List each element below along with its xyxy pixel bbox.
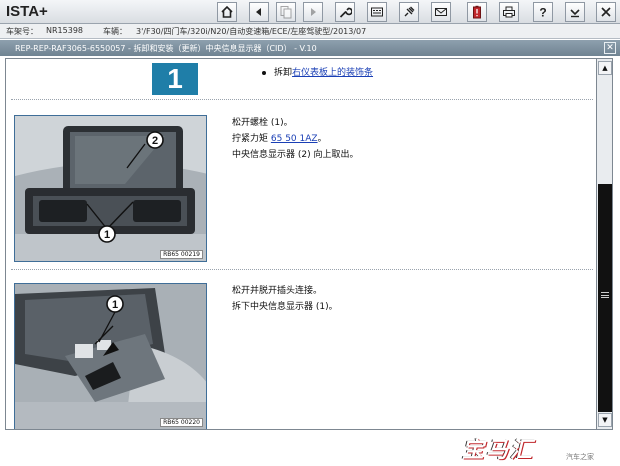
back-icon	[256, 8, 261, 16]
callout-label: 2	[152, 135, 158, 147]
figure-cid-connector: 1 RB65 00220	[14, 283, 207, 429]
grip-icon	[601, 292, 609, 298]
wrench-icon	[339, 7, 352, 18]
help-icon: ?	[539, 6, 546, 20]
section-divider	[11, 99, 593, 100]
figure-cid-bolts: 2 1 RB65 00219	[14, 115, 207, 262]
torque-prefix: 拧紧力矩	[232, 134, 271, 144]
home-button[interactable]	[217, 2, 237, 22]
instruction-line: 松开并脱开插头连接。	[232, 286, 323, 296]
document-header: REP-REP-RAF3065-6550057 - 拆卸和安装（更新）中央信息显…	[0, 40, 620, 56]
instruction-line: 松开螺栓 (1)。	[232, 118, 293, 128]
arrow-down-icon: ▼	[602, 416, 608, 424]
svg-text:?: ?	[539, 6, 546, 20]
print-button[interactable]	[499, 2, 519, 22]
close-app-button[interactable]	[596, 2, 616, 22]
title-bar: ISTA+ ?	[0, 0, 620, 24]
vertical-scrollbar[interactable]: ▲ ▼	[597, 58, 613, 430]
home-icon	[221, 5, 233, 18]
instruction-line: 拆下中央信息显示器 (1)。	[232, 302, 338, 312]
document-title: REP-REP-RAF3065-6550057 - 拆卸和安装（更新）中央信息显…	[15, 44, 317, 53]
mail-icon	[435, 8, 447, 16]
figure-code: RB65 00219	[160, 250, 203, 259]
scroll-up-button[interactable]: ▲	[598, 61, 612, 75]
plug-icon	[404, 6, 415, 17]
vehicle-value: 3'/F30/四门车/320i/N20/自动变速箱/ECE/左座驾驶型/2013…	[136, 27, 367, 36]
close-document-button[interactable]: ✕	[604, 42, 616, 54]
copy-button[interactable]	[276, 2, 296, 22]
service-functions-button[interactable]	[335, 2, 355, 22]
scroll-down-button[interactable]: ▼	[598, 413, 612, 427]
forward-button[interactable]	[303, 2, 323, 22]
vehicle-info-bar: 车架号： NR15398 车辆： 3'/F30/四门车/320i/N20/自动变…	[0, 24, 620, 39]
watermark-logo: 宝马汇	[462, 438, 535, 463]
torque-spec-link[interactable]: 65 50 1AZ	[271, 134, 318, 144]
trim-strip-link[interactable]: 右仪表板上的装饰条	[292, 68, 373, 78]
help-button[interactable]: ?	[533, 2, 553, 22]
close-icon: ✕	[606, 43, 614, 53]
bullet-item: 拆卸右仪表板上的装饰条	[262, 65, 373, 78]
callout-label: 1	[104, 229, 110, 241]
connection-button[interactable]	[399, 2, 419, 22]
bullet-prefix: 拆卸	[274, 68, 293, 78]
instruction-line: 中央信息显示器 (2) 向上取出。	[232, 150, 359, 160]
document-copy-icon	[280, 6, 292, 19]
step-instructions: 松开并脱开插头连接。 拆下中央信息显示器 (1)。	[232, 283, 338, 315]
step-number: 1	[152, 63, 198, 95]
app-title: ISTA+	[6, 3, 48, 20]
arrow-up-icon: ▲	[602, 64, 608, 72]
minimize-button[interactable]	[565, 2, 585, 22]
bullet-dot	[262, 70, 266, 75]
keyboard-icon	[371, 7, 383, 17]
torque-suffix: 。	[317, 134, 327, 144]
torque-line: 拧紧力矩 65 50 1AZ。	[232, 131, 358, 147]
vehicle-label: 车辆：	[103, 27, 127, 36]
battery-button[interactable]	[467, 2, 487, 22]
vin-label: 车架号：	[6, 27, 38, 36]
cid-illustration: 2 1	[15, 116, 206, 261]
printer-icon	[503, 6, 515, 18]
section-divider	[11, 269, 593, 270]
connector-illustration: 1	[15, 284, 206, 429]
close-icon	[601, 7, 611, 17]
vin-value: NR15398	[46, 26, 83, 35]
minimize-icon	[570, 9, 580, 18]
back-button[interactable]	[249, 2, 269, 22]
measuring-button[interactable]	[367, 2, 387, 22]
forward-icon	[311, 8, 316, 16]
battery-warning-icon	[473, 5, 481, 19]
document-content: 1 拆卸右仪表板上的装饰条 2 1 RB65 00219 松开螺栓 (1)。 拧…	[5, 58, 597, 430]
callout-label: 1	[112, 299, 118, 311]
scrollbar-thumb[interactable]	[598, 184, 612, 412]
step-instructions: 松开螺栓 (1)。 拧紧力矩 65 50 1AZ。 中央信息显示器 (2) 向上…	[232, 115, 358, 163]
figure-code: RB65 00220	[160, 418, 203, 427]
watermark-caption: 汽车之家	[566, 453, 594, 461]
messages-button[interactable]	[431, 2, 451, 22]
